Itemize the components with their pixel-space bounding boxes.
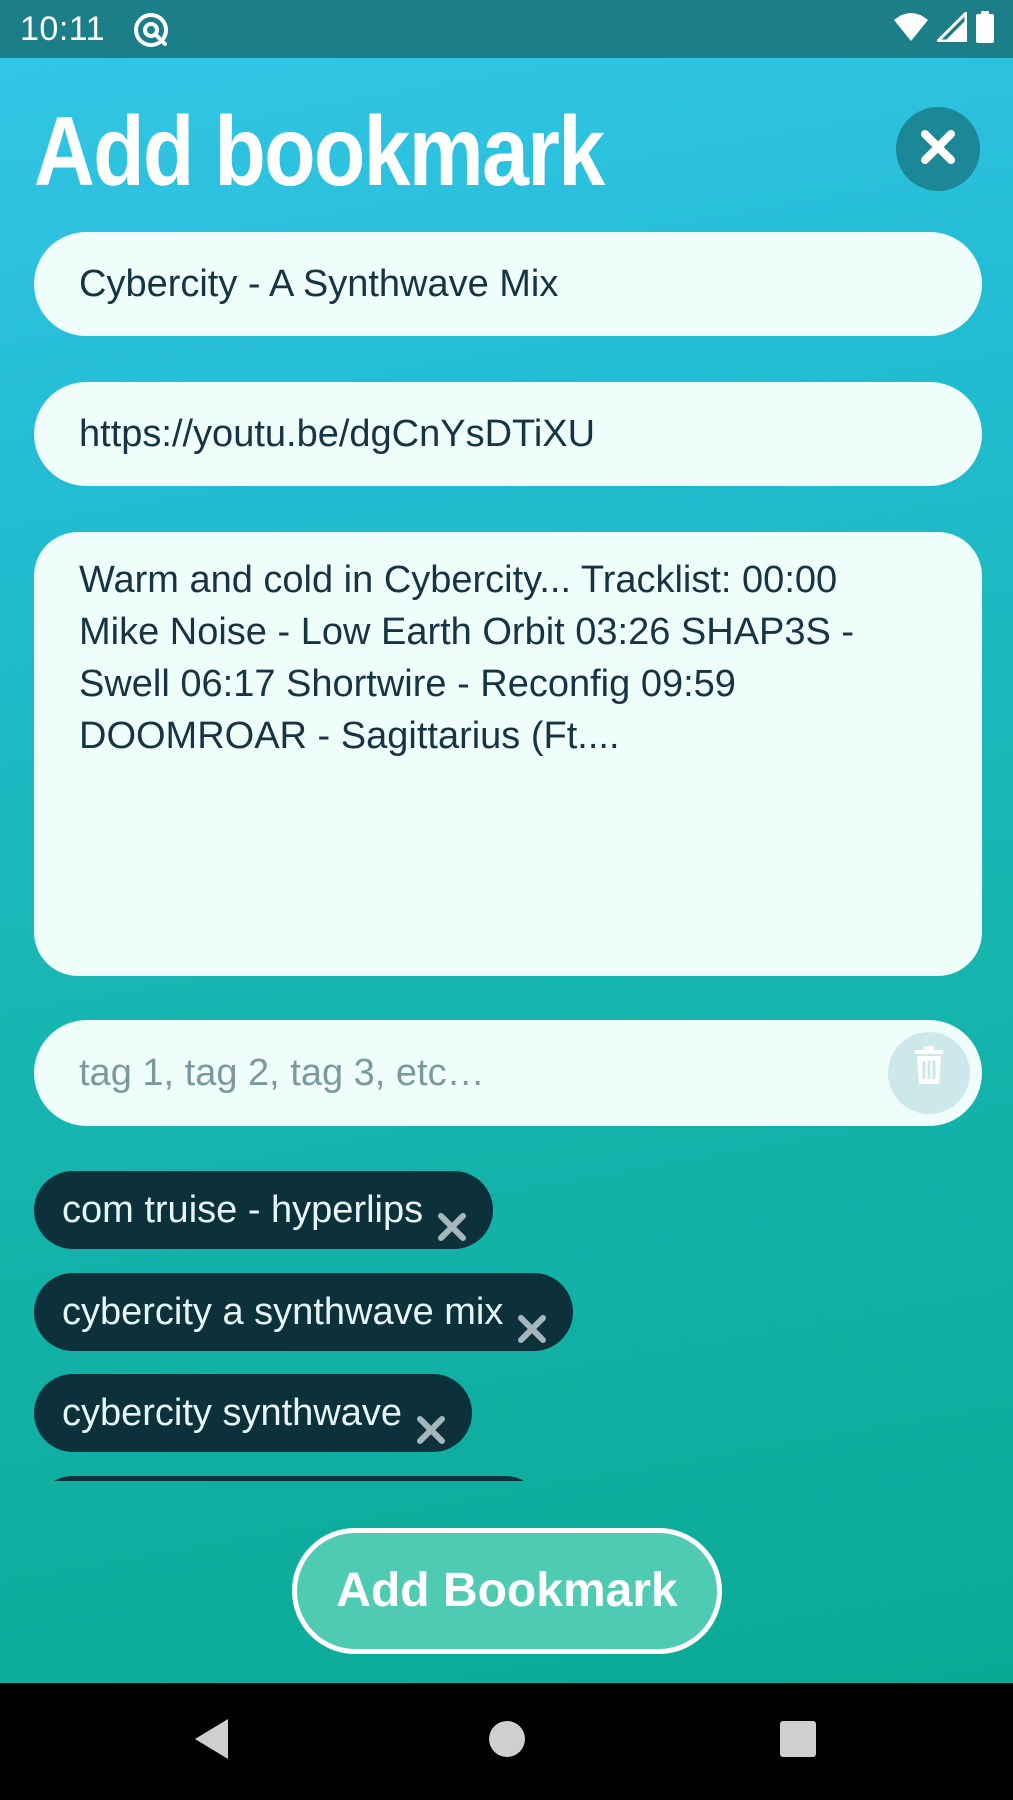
tag-chip-label: cybercity synthwave	[62, 1392, 403, 1434]
page-title: Add bookmark	[34, 96, 605, 206]
status-icons	[893, 8, 995, 48]
at-sign-icon	[132, 11, 170, 49]
url-input-value: https://youtu.be/dgCnYsDTiXU	[79, 413, 596, 455]
navigation-bar	[0, 1683, 1013, 1800]
remove-tag-icon[interactable]	[414, 1396, 448, 1444]
tag-chip-partial	[34, 1476, 544, 1481]
wifi-icon	[893, 12, 929, 47]
tag-chip-label: cybercity a synthwave mix	[62, 1291, 504, 1333]
home-button[interactable]	[479, 1713, 535, 1769]
close-button[interactable]	[896, 107, 980, 191]
close-icon	[918, 127, 958, 172]
battery-icon	[975, 10, 995, 48]
recents-square-icon	[778, 1719, 818, 1764]
add-bookmark-screen: Add bookmark Cybercity - A Synthwave Mix…	[0, 58, 1013, 1683]
recents-button[interactable]	[770, 1713, 826, 1769]
tag-chip: cybercity a synthwave mix	[34, 1273, 574, 1351]
back-triangle-icon	[192, 1717, 232, 1766]
clear-tags-button[interactable]	[888, 1032, 970, 1114]
remove-tag-icon[interactable]	[435, 1193, 469, 1241]
tags-input[interactable]: tag 1, tag 2, tag 3, etc…	[34, 1020, 982, 1126]
home-circle-icon	[487, 1719, 527, 1764]
title-input[interactable]: Cybercity - A Synthwave Mix	[34, 232, 982, 336]
tags-input-placeholder: tag 1, tag 2, tag 3, etc…	[79, 1052, 485, 1094]
cellular-signal-icon	[934, 8, 968, 47]
tag-chip-list: com truise - hyperlips cybercity a synth…	[34, 1171, 982, 1481]
tag-chip: com truise - hyperlips	[34, 1171, 494, 1249]
tag-chip-label: com truise - hyperlips	[62, 1189, 424, 1231]
description-textarea[interactable]: Warm and cold in Cybercity... Tracklist:…	[34, 532, 982, 976]
remove-tag-icon[interactable]	[515, 1295, 549, 1343]
description-value: Warm and cold in Cybercity... Tracklist:…	[79, 559, 855, 757]
trash-icon	[912, 1020, 946, 1126]
status-time: 10:11	[20, 10, 106, 48]
back-button[interactable]	[184, 1713, 240, 1769]
url-input[interactable]: https://youtu.be/dgCnYsDTiXU	[34, 382, 982, 486]
title-input-value: Cybercity - A Synthwave Mix	[79, 263, 559, 305]
tag-chip: cybercity synthwave	[34, 1374, 473, 1452]
add-bookmark-button[interactable]: Add Bookmark	[292, 1528, 722, 1654]
status-bar: 10:11	[0, 0, 1013, 58]
